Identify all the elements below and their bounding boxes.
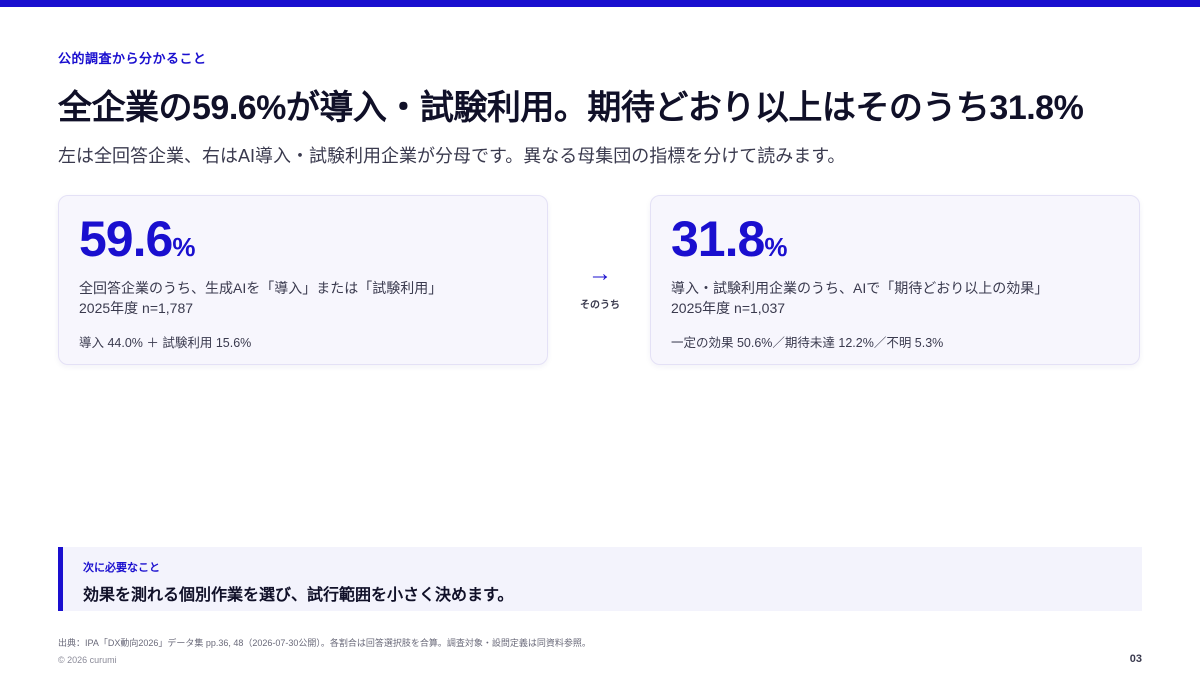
arrow-right-icon: → [588, 260, 612, 287]
stat-description: 導入・試験利用企業のうち、AIで「期待どおり以上の効果」 2025年度 n=1,… [671, 278, 1119, 318]
stat-unit: % [764, 232, 788, 262]
stat-sample: 2025年度 n=1,037 [671, 300, 786, 316]
copyright: © 2026 curumi [58, 655, 117, 665]
page-number: 03 [1129, 653, 1142, 665]
stat-description: 全回答企業のうち、生成AIを「導入」または「試験利用」 2025年度 n=1,7… [79, 278, 527, 318]
section-eyebrow: 公的調査から分かること [58, 51, 207, 66]
next-step-callout: 次に必要なこと 効果を測れる個別作業を選び、試行範囲を小さく決めます。 [58, 547, 1142, 611]
page-title: 全企業の59.6%が導入・試験利用。期待どおり以上はそのうち31.8% [58, 89, 1084, 127]
stat-number: 31.8 [671, 211, 765, 267]
stat-sample: 2025年度 n=1,787 [79, 300, 194, 316]
callout-label: 次に必要なこと [83, 562, 160, 574]
connector-label: そのうち [580, 300, 620, 311]
connector: → そのうち [571, 260, 629, 312]
page-subtitle: 左は全回答企業、右はAI導入・試験利用企業が分母です。異なる母集団の指標を分けて… [58, 146, 846, 166]
stat-description-text: 全回答企業のうち、生成AIを「導入」または「試験利用」 [79, 280, 443, 296]
stat-number: 59.6 [79, 211, 173, 267]
stat-description-text: 導入・試験利用企業のうち、AIで「期待どおり以上の効果」 [671, 280, 1049, 296]
stat-value: 59.6% [79, 214, 527, 272]
stat-breakdown: 一定の効果 50.6%／期待未達 12.2%／不明 5.3% [671, 336, 944, 350]
stat-unit: % [172, 232, 196, 262]
top-accent-bar [0, 0, 1200, 7]
stat-breakdown: 導入 44.0% ＋ 試験利用 15.6% [79, 336, 252, 350]
source-note: 出典：IPA「DX動向2026」データ集 pp.36, 48（2026-07-3… [58, 638, 591, 648]
stat-card-adoption: 59.6% 全回答企業のうち、生成AIを「導入」または「試験利用」 2025年度… [58, 195, 548, 365]
stat-value: 31.8% [671, 214, 1119, 272]
callout-text: 効果を測れる個別作業を選び、試行範囲を小さく決めます。 [83, 587, 514, 604]
stat-card-effect: 31.8% 導入・試験利用企業のうち、AIで「期待どおり以上の効果」 2025年… [650, 195, 1140, 365]
